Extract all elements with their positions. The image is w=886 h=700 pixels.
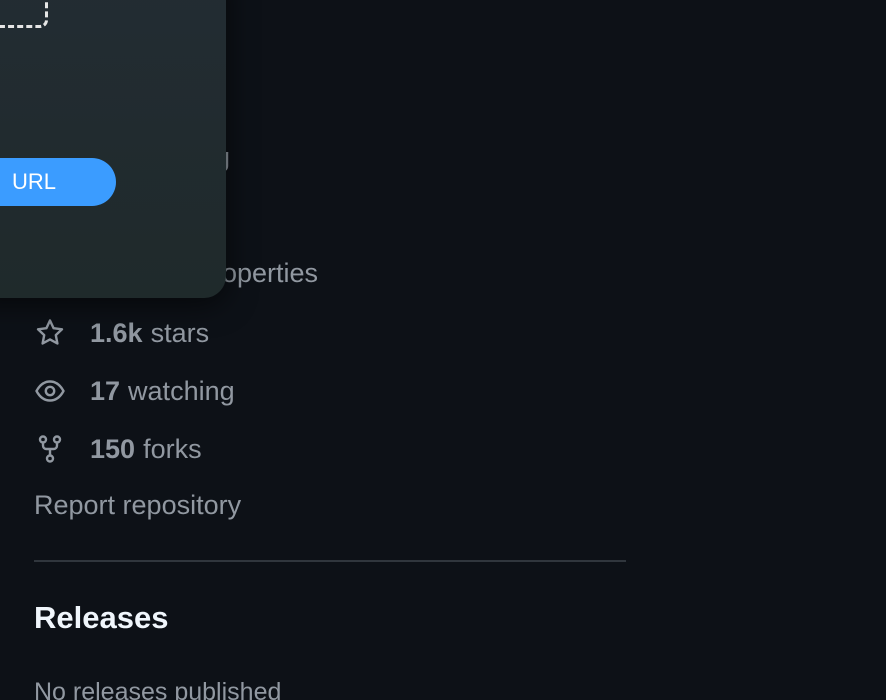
stars-label: stars <box>150 317 210 348</box>
eye-icon <box>34 375 66 407</box>
overlay-popup: URL <box>0 0 226 298</box>
forks-link[interactable]: 150 forks <box>34 429 202 469</box>
stars-link[interactable]: 1.6k stars <box>34 313 209 353</box>
watching-label: watching <box>128 375 235 406</box>
forks-count: 150 <box>90 433 136 464</box>
section-divider <box>34 560 626 562</box>
releases-heading[interactable]: Releases <box>34 600 168 636</box>
watching-link[interactable]: 17 watching <box>34 371 235 411</box>
page: e ng operties 1.6k stars 17 watching <box>0 0 886 700</box>
fork-icon <box>34 433 66 465</box>
stars-count: 1.6k <box>90 317 143 348</box>
report-repository-link[interactable]: Report repository <box>34 490 241 521</box>
star-icon <box>34 317 66 349</box>
watching-count: 17 <box>90 375 121 406</box>
drop-zone[interactable] <box>0 0 48 28</box>
no-releases-text: No releases published <box>34 678 282 700</box>
url-button[interactable]: URL <box>0 158 116 206</box>
forks-label: forks <box>143 433 202 464</box>
custom-properties-link[interactable]: operties <box>222 258 318 289</box>
